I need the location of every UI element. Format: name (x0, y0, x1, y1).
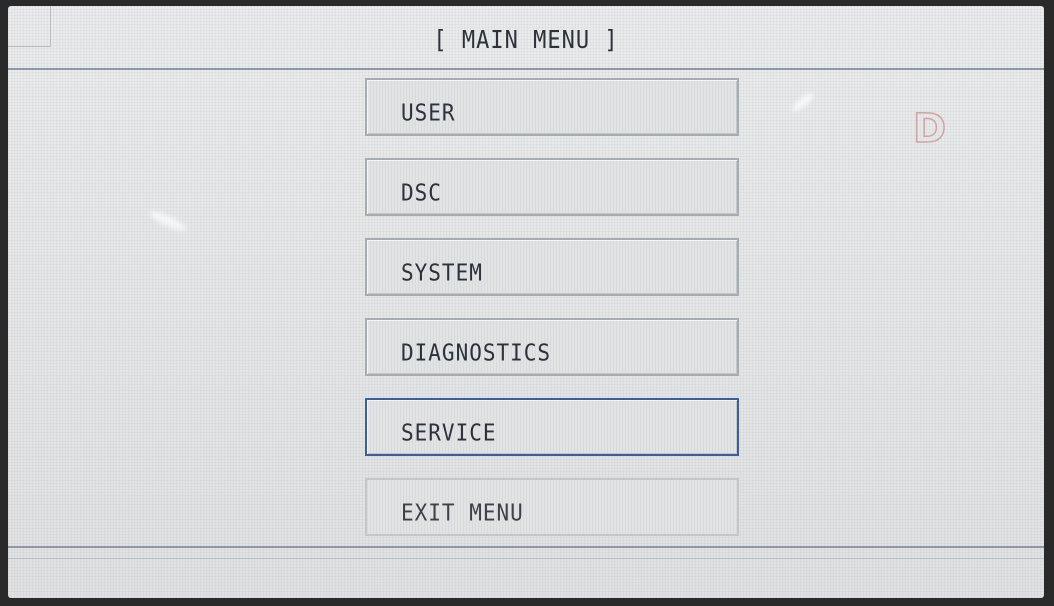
footer-bar (8, 546, 1044, 598)
main-menu: USER DSC SYSTEM DIAGNOSTICS SERVICE EXIT… (365, 78, 739, 558)
exit-menu-button-label: EXIT MENU (401, 499, 524, 526)
status-indicator: D (912, 105, 947, 153)
diagnostics-button-label: DIAGNOSTICS (401, 339, 552, 366)
dsc-button-label: DSC (401, 179, 442, 206)
diagnostics-button[interactable]: DIAGNOSTICS (365, 318, 739, 376)
service-button[interactable]: SERVICE (365, 398, 739, 456)
system-button[interactable]: SYSTEM (365, 238, 739, 296)
screen-glare (147, 208, 189, 234)
main-menu-screen: [ MAIN MENU ] USER DSC SYSTEM DIAGNOSTIC… (8, 6, 1044, 598)
screen-glare (790, 90, 816, 114)
user-button-label: USER (401, 99, 456, 126)
header-bar: [ MAIN MENU ] (8, 6, 1044, 70)
system-button-label: SYSTEM (401, 259, 483, 286)
exit-menu-button[interactable]: EXIT MENU (365, 478, 739, 536)
footer-divider (8, 558, 1044, 559)
dsc-button[interactable]: DSC (365, 158, 739, 216)
user-button[interactable]: USER (365, 78, 739, 136)
service-button-label: SERVICE (401, 419, 497, 446)
page-title: [ MAIN MENU ] (433, 26, 619, 55)
